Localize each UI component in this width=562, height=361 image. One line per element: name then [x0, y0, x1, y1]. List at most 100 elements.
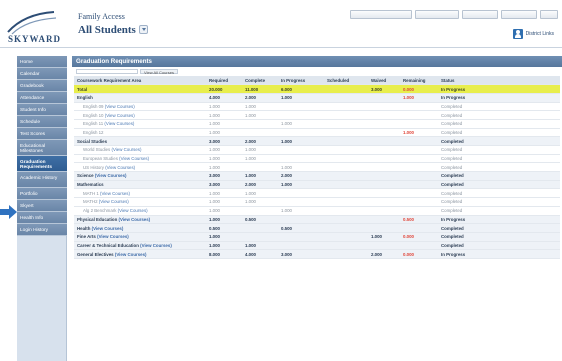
top-link-2[interactable] [415, 10, 459, 19]
requirement-area-label: English [77, 95, 93, 101]
required-cell: 3.000 [206, 180, 242, 190]
top-link-4[interactable] [501, 10, 537, 19]
remaining-cell [400, 136, 438, 146]
top-link-1[interactable] [350, 10, 412, 19]
table-row: US History (View Courses) 1.000 1.000 Compl… [74, 162, 560, 173]
requirement-area-label: MATH 1 [83, 190, 99, 196]
view-courses-link[interactable]: (View Courses) [140, 243, 172, 248]
view-courses-link[interactable]: (View Courses) [105, 104, 135, 109]
status-cell: In Progress [438, 93, 560, 103]
in-progress-cell: 1.000 [278, 162, 324, 173]
column-header: Coursework Requirement Area [74, 76, 206, 86]
waived-cell [368, 110, 400, 120]
view-courses-link[interactable]: (View Courses) [105, 165, 135, 170]
sidebar-item-label: Student Info [20, 108, 46, 113]
tab-view-all-courses[interactable]: View All Courses [140, 69, 178, 75]
scheduled-cell [324, 102, 368, 112]
requirement-area-cell: Career & Technical Education (View Cours… [74, 241, 206, 251]
scheduled-cell [324, 215, 368, 225]
status-cell: Completed [438, 110, 560, 120]
sidebar-item-test-scores[interactable]: Test Scores [17, 128, 67, 140]
requirement-area-cell: Mathematics [74, 180, 206, 190]
required-cell: 0.500 [206, 223, 242, 233]
table-row: General Electives (View Courses) 8.000 4.0… [74, 249, 560, 259]
scheduled-cell [324, 197, 368, 207]
requirement-area-label: European Studies [83, 156, 118, 162]
table-row: World Studies (View Courses) 1.000 1.000 Co… [74, 145, 560, 155]
status-cell: Completed [438, 162, 560, 173]
top-link-5[interactable] [540, 10, 558, 19]
status-cell: Completed [438, 119, 560, 129]
sidebar-item-login-history[interactable]: Login History [17, 224, 67, 236]
view-courses-link[interactable]: (View Courses) [115, 252, 147, 257]
sidebar-item-graduation-requirements[interactable]: Graduation Requirements [17, 156, 67, 172]
complete-cell: 1.000 [242, 171, 278, 181]
chevron-down-icon[interactable] [138, 24, 148, 34]
scheduled-cell [324, 249, 368, 259]
view-courses-link[interactable]: (View Courses) [92, 226, 124, 231]
sidebar-item-educational-milestones[interactable]: Educational Milestones [17, 140, 67, 156]
table-row: English 11 (View Courses) 1.000 1.000 Compl… [74, 119, 560, 129]
table-row: English 12 1.000 1.000 Completed [74, 128, 560, 138]
in-progress-cell [278, 110, 324, 120]
requirement-area-cell: English [74, 93, 206, 103]
sidebar-item-home[interactable]: Home [17, 56, 67, 68]
sidebar-item-label: Attendance [20, 96, 45, 101]
sidebar-item-attendance[interactable]: Attendance [17, 92, 67, 104]
table-row: Mathematics 3.000 2.000 1.000 Completed [74, 180, 560, 190]
in-progress-cell: 2.000 [278, 171, 324, 181]
view-courses-link[interactable]: (View Courses) [118, 208, 148, 213]
top-link-3[interactable] [462, 10, 498, 19]
arrow-right-icon [0, 205, 17, 219]
sidebar-item-student-info[interactable]: Student Info [17, 104, 67, 116]
scheduled-cell [324, 128, 368, 138]
view-courses-link[interactable]: (View Courses) [104, 121, 134, 126]
sidebar-item-skyert[interactable]: Skyert [17, 200, 67, 212]
requirement-area-cell: European Studies (View Courses) [74, 154, 206, 164]
column-header: Complete [242, 76, 278, 86]
sidebar-item-academic-history[interactable]: Academic History [17, 172, 67, 188]
district-links[interactable]: District Links [512, 29, 554, 39]
complete-cell: 1.000 [242, 110, 278, 120]
table-row: European Studies (View Courses) 1.000 1.00… [74, 154, 560, 164]
waived-cell [368, 102, 400, 112]
view-courses-link[interactable]: (View Courses) [105, 113, 135, 118]
requirement-area-label: General Electives [77, 251, 114, 257]
sidebar-item-schedule[interactable]: Schedule [17, 116, 67, 128]
view-courses-link[interactable]: (View Courses) [112, 147, 142, 152]
view-courses-link[interactable]: (View Courses) [119, 217, 151, 222]
tab-requirement-set[interactable] [76, 69, 138, 74]
sidebar-item-health-info[interactable]: Health Info [17, 212, 67, 224]
view-courses-link[interactable]: (View Courses) [99, 199, 129, 204]
required-cell: 1.000 [206, 110, 242, 120]
in-progress-cell [278, 145, 324, 155]
view-courses-link[interactable]: (View Courses) [119, 156, 149, 161]
remaining-cell [400, 188, 438, 199]
table-row: Alg 2 Benchmark (View Courses) 1.000 1.000… [74, 206, 560, 216]
sidebar-item-portfolio[interactable]: Portfolio [17, 188, 67, 200]
requirement-area-cell: English 09 (View Courses) [74, 102, 206, 112]
table-row: English 4.000 2.000 1.000 1.000 In Progress [74, 93, 560, 103]
view-courses-link[interactable]: (View Courses) [95, 173, 127, 178]
scheduled-cell [324, 223, 368, 233]
required-cell: 20.000 [206, 84, 242, 94]
remaining-cell [400, 197, 438, 207]
student-selector[interactable]: All Students [78, 24, 148, 36]
sidebar-item-gradebook[interactable]: Gradebook [17, 80, 67, 92]
in-progress-cell: 6.000 [278, 84, 324, 94]
requirement-area-cell: World Studies (View Courses) [74, 145, 206, 155]
scheduled-cell [324, 84, 368, 94]
sidebar-item-label: Graduation Requirements [20, 160, 52, 170]
sidebar: Home Calendar Gradebook Attendance Stude… [17, 56, 67, 361]
table-header-row: Coursework Requirement Area Required Com… [74, 76, 560, 86]
complete-cell [242, 232, 278, 242]
view-courses-link[interactable]: (View Courses) [97, 234, 129, 239]
remaining-cell [400, 102, 438, 112]
requirement-area-label: MATH2 [83, 199, 98, 205]
view-courses-link[interactable]: (View Courses) [100, 191, 130, 196]
requirement-area-label: English 09 [83, 103, 104, 109]
district-links-label: District Links [525, 31, 554, 37]
sidebar-item-calendar[interactable]: Calendar [17, 68, 67, 80]
requirement-area-cell: English 12 [74, 128, 206, 138]
requirement-area-label: Physical Education [77, 216, 118, 222]
